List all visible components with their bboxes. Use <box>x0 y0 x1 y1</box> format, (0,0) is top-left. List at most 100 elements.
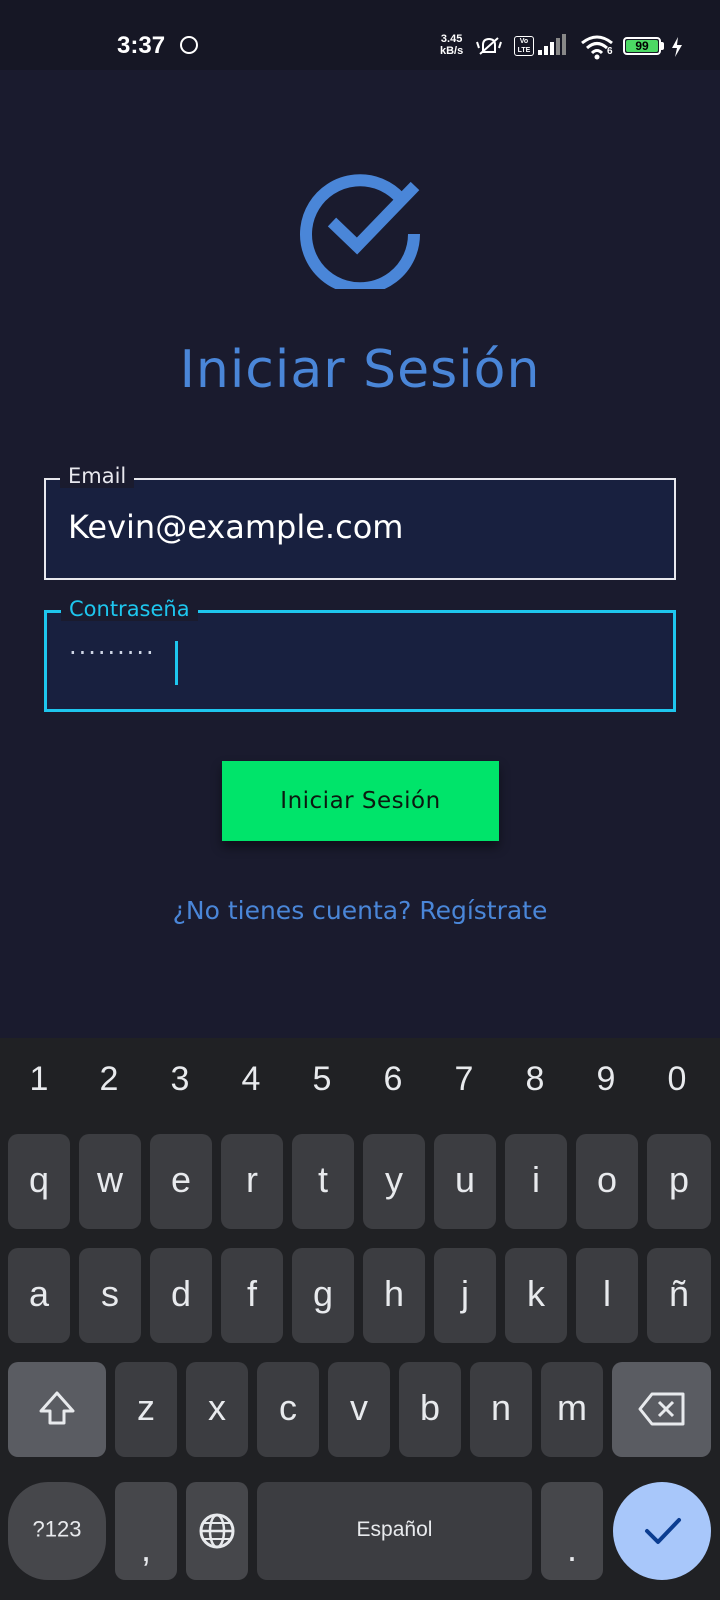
notification-face-icon <box>180 36 198 54</box>
network-speed: 3.45 kB/s <box>440 33 463 57</box>
key-2[interactable]: 2 <box>89 1060 129 1099</box>
key-z[interactable]: z <box>115 1362 177 1457</box>
language-key[interactable] <box>186 1482 248 1580</box>
key-v-label: v <box>350 1386 368 1428</box>
key-o[interactable]: o <box>576 1134 638 1229</box>
key-4[interactable]: 4 <box>231 1060 271 1099</box>
key-d[interactable]: d <box>150 1248 212 1343</box>
key-a[interactable]: a <box>8 1248 70 1343</box>
period-key[interactable]: . <box>541 1482 603 1580</box>
password-label: Contraseña <box>61 597 198 621</box>
space-key-label: Español <box>356 1517 433 1541</box>
key-r[interactable]: r <box>221 1134 283 1229</box>
text-cursor <box>175 641 178 685</box>
number-row: 1 2 3 4 5 6 7 8 9 0 <box>0 1038 720 1128</box>
key-enye-label: ñ <box>668 1272 690 1314</box>
page-title: Iniciar Sesión <box>179 340 541 400</box>
key-w[interactable]: w <box>79 1134 141 1229</box>
key-q-label: q <box>28 1158 50 1200</box>
key-a-label: a <box>28 1272 50 1314</box>
key-j-label: j <box>461 1272 469 1314</box>
key-g-label: g <box>312 1272 334 1314</box>
shift-key[interactable] <box>8 1362 106 1457</box>
key-w-label: w <box>97 1158 123 1200</box>
key-t[interactable]: t <box>292 1134 354 1229</box>
volte-icon: Vo LTE <box>514 36 534 56</box>
key-1[interactable]: 1 <box>19 1060 59 1099</box>
key-m[interactable]: m <box>541 1362 603 1457</box>
login-button[interactable]: Iniciar Sesión <box>222 761 499 841</box>
status-bar: 3:37 3.45 kB/s Vo LTE 6 99 <box>0 0 720 70</box>
symbols-key[interactable]: ?123 <box>8 1482 106 1580</box>
key-5[interactable]: 5 <box>302 1060 342 1099</box>
key-9[interactable]: 9 <box>586 1060 626 1099</box>
key-f[interactable]: f <box>221 1248 283 1343</box>
charging-icon <box>672 37 682 57</box>
battery-tip <box>661 42 664 50</box>
key-l[interactable]: l <box>576 1248 638 1343</box>
checkmark-icon <box>645 1518 681 1544</box>
key-u-label: u <box>454 1158 476 1200</box>
key-y-label: y <box>385 1158 403 1200</box>
mute-icon <box>476 37 502 55</box>
key-d-label: d <box>170 1272 192 1314</box>
key-u[interactable]: u <box>434 1134 496 1229</box>
key-p[interactable]: p <box>647 1134 711 1229</box>
key-t-label: t <box>317 1158 328 1200</box>
key-r-label: r <box>246 1158 258 1200</box>
comma-key[interactable]: , <box>115 1482 177 1580</box>
key-e-label: e <box>170 1158 192 1200</box>
key-6[interactable]: 6 <box>373 1060 413 1099</box>
key-f-label: f <box>246 1272 257 1314</box>
signal-icon <box>538 34 566 55</box>
key-h-label: h <box>383 1272 405 1314</box>
key-s[interactable]: s <box>79 1248 141 1343</box>
key-v[interactable]: v <box>328 1362 390 1457</box>
key-j[interactable]: j <box>434 1248 496 1343</box>
network-speed-value: 3.45 <box>440 33 463 45</box>
key-l-label: l <box>603 1272 611 1314</box>
key-y[interactable]: y <box>363 1134 425 1229</box>
key-s-label: s <box>101 1272 119 1314</box>
battery-icon: 99 <box>623 37 661 55</box>
key-k-label: k <box>527 1272 545 1314</box>
key-n[interactable]: n <box>470 1362 532 1457</box>
globe-icon <box>199 1513 235 1549</box>
key-x-label: x <box>208 1386 226 1428</box>
key-e[interactable]: e <box>150 1134 212 1229</box>
backspace-icon <box>638 1392 685 1426</box>
wifi-badge: 6 <box>607 46 613 57</box>
password-field[interactable]: Contraseña ········· <box>44 597 676 712</box>
key-q[interactable]: q <box>8 1134 70 1229</box>
key-h[interactable]: h <box>363 1248 425 1343</box>
key-c[interactable]: c <box>257 1362 319 1457</box>
check-circle-icon <box>300 174 421 289</box>
key-b-label: b <box>419 1386 441 1428</box>
space-key[interactable]: Español <box>257 1482 532 1580</box>
key-m-label: m <box>557 1386 587 1428</box>
symbols-key-label: ?123 <box>32 1516 82 1542</box>
shift-icon <box>39 1391 75 1425</box>
volte-top: Vo <box>519 38 529 45</box>
key-g[interactable]: g <box>292 1248 354 1343</box>
key-enye[interactable]: ñ <box>647 1248 711 1343</box>
key-k[interactable]: k <box>505 1248 567 1343</box>
password-value: ········· <box>69 639 156 667</box>
key-x[interactable]: x <box>186 1362 248 1457</box>
key-7[interactable]: 7 <box>444 1060 484 1099</box>
key-i[interactable]: i <box>505 1134 567 1229</box>
key-z-label: z <box>137 1386 155 1428</box>
register-link[interactable]: ¿No tienes cuenta? Regístrate <box>0 896 720 925</box>
enter-key[interactable] <box>613 1482 711 1580</box>
email-label: Email <box>60 464 135 488</box>
key-n-label: n <box>490 1386 512 1428</box>
key-0[interactable]: 0 <box>657 1060 697 1099</box>
status-time: 3:37 <box>117 32 166 59</box>
backspace-key[interactable] <box>612 1362 711 1457</box>
soft-keyboard: 1 2 3 4 5 6 7 8 9 0 q w e r t y u i o p … <box>0 1038 720 1600</box>
key-i-label: i <box>532 1158 540 1200</box>
key-8[interactable]: 8 <box>515 1060 555 1099</box>
email-field[interactable]: Email Kevin@example.com <box>44 464 676 580</box>
key-3[interactable]: 3 <box>160 1060 200 1099</box>
key-b[interactable]: b <box>399 1362 461 1457</box>
